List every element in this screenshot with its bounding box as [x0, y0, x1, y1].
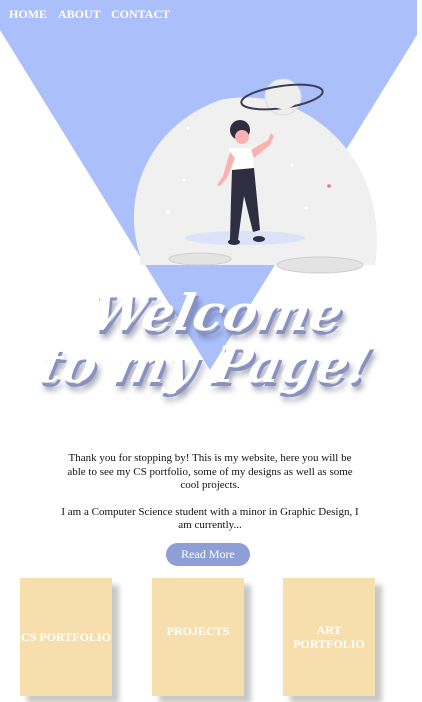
welcome-heading: Welcome to my Page!	[0, 283, 422, 394]
welcome-line-2: to my Page!	[34, 335, 378, 394]
card-cs-portfolio[interactable]: CS PORTFOLIO	[20, 578, 112, 696]
read-more-button[interactable]: Read More	[166, 543, 250, 566]
intro-paragraph-1: Thank you for stopping by! This is my we…	[67, 452, 353, 491]
platform-ellipse	[185, 231, 305, 245]
intro-text: Thank you for stopping by! This is my we…	[60, 452, 360, 533]
card-projects[interactable]: PROJECTS	[152, 578, 244, 696]
hero-illustration	[133, 78, 377, 274]
intro-paragraph-2: I am a Computer Science student with a m…	[61, 505, 359, 532]
card-art-portfolio[interactable]: ART PORTFOLIO	[283, 578, 375, 696]
ground-ellipse-small	[168, 252, 232, 266]
card-cs-portfolio-label: CS PORTFOLIO	[21, 630, 111, 644]
ground-ellipse-large	[276, 256, 364, 274]
card-projects-label: PROJECTS	[166, 624, 230, 638]
card-art-portfolio-label: ART PORTFOLIO	[293, 623, 365, 651]
welcome-line-1: Welcome	[84, 283, 349, 342]
